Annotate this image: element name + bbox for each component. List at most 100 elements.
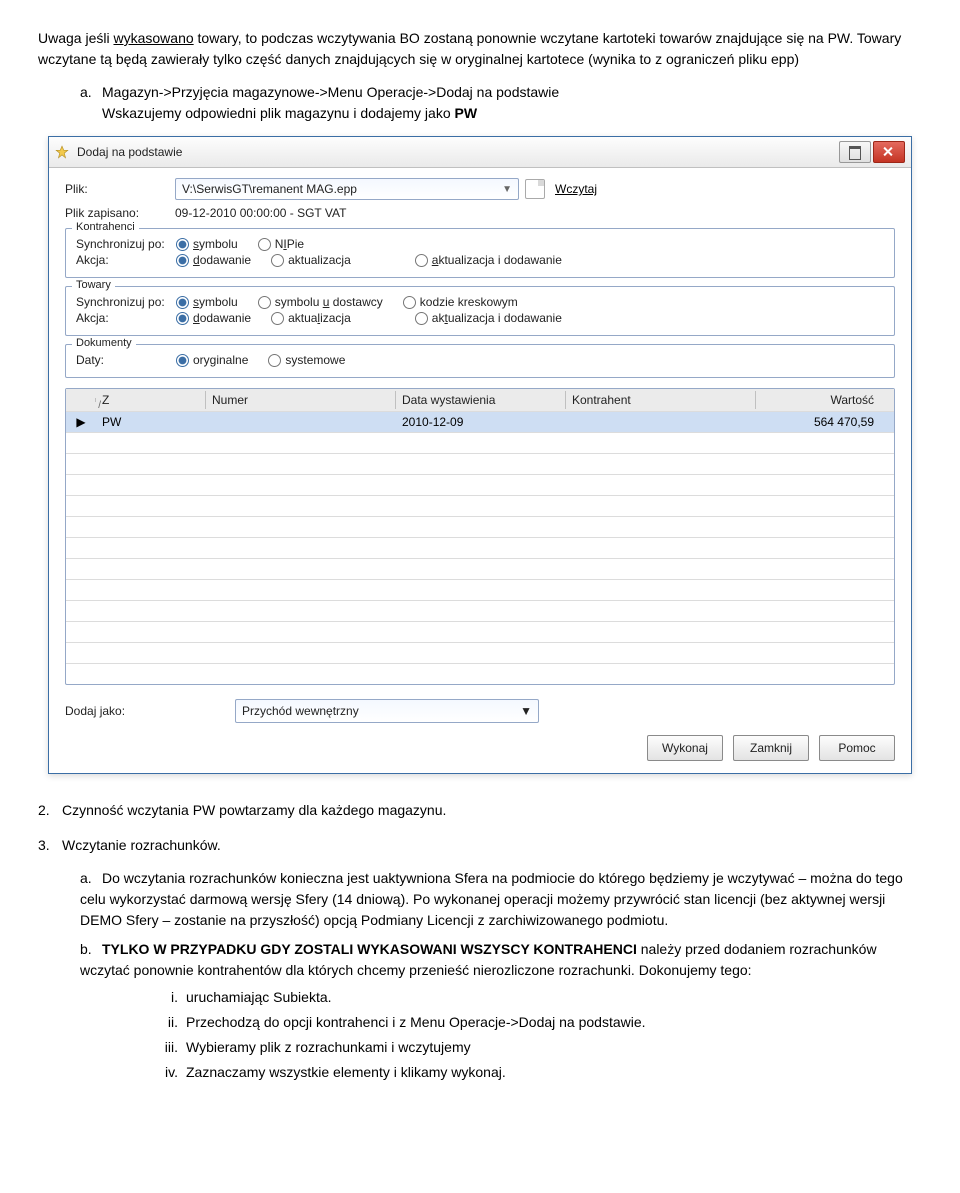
plik-input[interactable]: V:\SerwisGT\remanent MAG.epp ▼ bbox=[175, 178, 519, 200]
radio-k-aktdod[interactable]: aktualizacja i dodawanie bbox=[415, 253, 562, 267]
radio-k-nipie[interactable]: NIPie bbox=[258, 237, 304, 251]
intro-underline: wykasowano bbox=[113, 30, 193, 46]
th-numer[interactable]: Numer bbox=[206, 391, 396, 409]
dodaj-label: Dodaj jako: bbox=[65, 704, 235, 718]
table-row bbox=[66, 516, 894, 537]
step-3a-text: Do wczytania rozrachunków konieczna jest… bbox=[80, 870, 903, 928]
group-towary: Towary Synchronizuj po: symbolu symbolu … bbox=[65, 286, 895, 336]
dodaj-select[interactable]: Przychód wewnętrzny ▼ bbox=[235, 699, 539, 723]
dodaj-value: Przychód wewnętrzny bbox=[242, 704, 359, 718]
step-3b-i: i.uruchamiając Subiekta. bbox=[152, 987, 922, 1008]
k-dod-post: odawanie bbox=[200, 253, 251, 267]
group-kontrahenci: Kontrahenci Synchronizuj po: ssymboluymb… bbox=[65, 228, 895, 278]
plik-value: V:\SerwisGT\remanent MAG.epp bbox=[182, 182, 357, 196]
maximize-button[interactable] bbox=[839, 141, 871, 163]
window-title: Dodaj na podstawie bbox=[73, 145, 837, 159]
marker-3a: a. bbox=[80, 868, 102, 889]
dokumenty-daty-label: Daty: bbox=[76, 353, 176, 367]
k-akt-text: aktualizacja bbox=[288, 253, 351, 267]
table-row bbox=[66, 663, 894, 684]
cell-z: PW bbox=[96, 413, 206, 431]
table-header: Z Numer Data wystawienia Kontrahent Wart… bbox=[66, 389, 894, 411]
sn-i-text: uruchamiając Subiekta. bbox=[186, 989, 332, 1005]
marker-3: 3. bbox=[38, 835, 62, 856]
marker-iii: iii. bbox=[152, 1037, 186, 1058]
step-a-line1: Magazyn->Przyjęcia magazynowe->Menu Oper… bbox=[102, 84, 559, 100]
legend-dokumenty: Dokumenty bbox=[72, 337, 136, 349]
step-3: 3.Wczytanie rozrachunków. a.Do wczytania… bbox=[38, 835, 922, 1083]
radio-t-kodzie[interactable]: kodzie kreskowym bbox=[403, 295, 518, 309]
d-sys-text: systemowe bbox=[285, 353, 345, 367]
th-kontrahent[interactable]: Kontrahent bbox=[566, 391, 756, 409]
kontrahenci-sync-label: Synchronizuj po: bbox=[76, 237, 176, 251]
marker-i: i. bbox=[152, 987, 186, 1008]
zapisano-value: 09-12-2010 00:00:00 - SGT VAT bbox=[175, 206, 346, 220]
step-a-line2b: PW bbox=[455, 105, 478, 121]
table-row[interactable]: ▶ PW 2010-12-09 564 470,59 bbox=[66, 411, 894, 432]
sn-ii-text: Przechodzą do opcji kontrahenci i z Menu… bbox=[186, 1014, 646, 1030]
table-row bbox=[66, 579, 894, 600]
towary-akcja-label: Akcja: bbox=[76, 311, 176, 325]
step-3-text: Wczytanie rozrachunków. bbox=[62, 837, 221, 853]
wczytaj-link[interactable]: Wczytaj bbox=[555, 182, 597, 196]
close-button[interactable] bbox=[873, 141, 905, 163]
legend-kontrahenci: Kontrahenci bbox=[72, 221, 139, 233]
th-marker[interactable] bbox=[66, 398, 96, 402]
chevron-down-icon[interactable]: ▼ bbox=[520, 704, 532, 718]
th-wartosc[interactable]: Wartość bbox=[756, 391, 894, 409]
row-marker-icon: ▶ bbox=[66, 413, 96, 431]
step-a: a.Magazyn->Przyjęcia magazynowe->Menu Op… bbox=[80, 82, 922, 124]
cell-data: 2010-12-09 bbox=[396, 413, 566, 431]
th-data[interactable]: Data wystawienia bbox=[396, 391, 566, 409]
radio-k-dodawanie[interactable]: dodawanie bbox=[176, 253, 251, 267]
intro-part1: Uwaga jeśli bbox=[38, 30, 113, 46]
window-icon bbox=[55, 145, 69, 159]
cell-kontrahent bbox=[566, 420, 756, 424]
table-row bbox=[66, 642, 894, 663]
step-3b-bold: TYLKO W PRZYPADKU GDY ZOSTALI WYKASOWANI… bbox=[102, 941, 637, 957]
radio-t-aktdod[interactable]: aktualizacja i dodawanie bbox=[415, 311, 562, 325]
d-oryg-text: oryginalne bbox=[193, 353, 248, 367]
radio-k-symbolu[interactable]: ssymboluymbolu bbox=[176, 237, 238, 251]
marker-a: a. bbox=[80, 82, 102, 103]
step-a-line2a: Wskazujemy odpowiedni plik magazynu i do… bbox=[102, 105, 455, 121]
step-3b-iii: iii.Wybieramy plik z rozrachunkami i wcz… bbox=[152, 1037, 922, 1058]
k-aktdod-post: ktualizacja i dodawanie bbox=[438, 253, 561, 267]
t-kodzie-text: kodzie kreskowym bbox=[420, 295, 518, 309]
table-row bbox=[66, 537, 894, 558]
zapisano-label: Plik zapisano: bbox=[65, 206, 175, 220]
table-row bbox=[66, 558, 894, 579]
marker-ii: ii. bbox=[152, 1012, 186, 1033]
radio-t-aktualizacja[interactable]: aktualizacja bbox=[271, 311, 351, 325]
step-3b: b.TYLKO W PRZYPADKU GDY ZOSTALI WYKASOWA… bbox=[80, 939, 922, 1083]
step-3b-ii: ii.Przechodzą do opcji kontrahenci i z M… bbox=[152, 1012, 922, 1033]
dialog-window: Dodaj na podstawie Plik: V:\SerwisGT\rem… bbox=[48, 136, 912, 774]
step-2: 2.Czynność wczytania PW powtarzamy dla k… bbox=[38, 800, 922, 821]
radio-d-systemowe[interactable]: systemowe bbox=[268, 353, 345, 367]
k-dod-pre: d bbox=[193, 253, 200, 267]
titlebar: Dodaj na podstawie bbox=[49, 137, 911, 168]
step-a-line2: Wskazujemy odpowiedni plik magazynu i do… bbox=[80, 105, 477, 121]
th-z[interactable]: Z bbox=[96, 391, 206, 409]
sn-iv-text: Zaznaczamy wszystkie elementy i klikamy … bbox=[186, 1064, 506, 1080]
step-3a: a.Do wczytania rozrachunków konieczna je… bbox=[80, 868, 922, 931]
kontrahenci-akcja-label: Akcja: bbox=[76, 253, 176, 267]
table-row bbox=[66, 600, 894, 621]
legend-towary: Towary bbox=[72, 279, 115, 291]
zamknij-button[interactable]: Zamknij bbox=[733, 735, 809, 761]
cell-wartosc: 564 470,59 bbox=[756, 413, 894, 431]
sn-iii-text: Wybieramy plik z rozrachunkami i wczytuj… bbox=[186, 1039, 471, 1055]
cell-numer bbox=[206, 420, 396, 424]
chevron-down-icon[interactable]: ▼ bbox=[502, 184, 512, 195]
radio-t-symbolu[interactable]: symbolu bbox=[176, 295, 238, 309]
documents-table: Z Numer Data wystawienia Kontrahent Wart… bbox=[65, 388, 895, 685]
radio-d-oryginalne[interactable]: oryginalne bbox=[176, 353, 248, 367]
plik-label: Plik: bbox=[65, 182, 175, 196]
radio-k-aktualizacja[interactable]: aktualizacja bbox=[271, 253, 351, 267]
radio-t-dodawanie[interactable]: dodawanie bbox=[176, 311, 251, 325]
radio-t-symboludost[interactable]: symbolu u dostawcy bbox=[258, 295, 383, 309]
file-icon[interactable] bbox=[525, 179, 545, 199]
wykonaj-button[interactable]: Wykonaj bbox=[647, 735, 723, 761]
pomoc-button[interactable]: Pomoc bbox=[819, 735, 895, 761]
table-row bbox=[66, 495, 894, 516]
